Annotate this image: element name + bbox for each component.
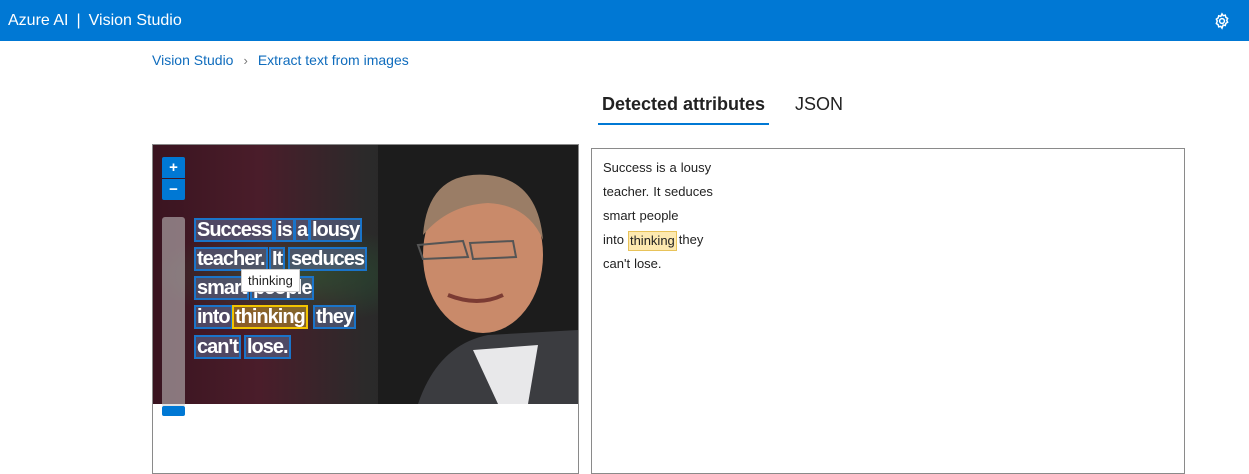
text-word[interactable]: teacher. xyxy=(603,183,649,201)
text-word[interactable]: It xyxy=(653,183,660,201)
text-word[interactable]: a xyxy=(670,159,677,177)
zoom-slider-thumb[interactable] xyxy=(162,406,185,416)
analyzed-image xyxy=(153,145,578,404)
word-box[interactable]: a xyxy=(294,218,311,242)
word-tooltip: thinking xyxy=(241,269,300,292)
text-line: can't lose. xyxy=(603,255,1173,279)
image-viewer[interactable]: + − Success is a lousy teacher. It seduc… xyxy=(152,144,579,474)
text-word[interactable]: lose. xyxy=(634,255,661,273)
text-word[interactable]: is xyxy=(656,159,665,177)
word-box[interactable]: is xyxy=(274,218,295,242)
breadcrumb: Vision Studio › Extract text from images xyxy=(152,52,409,68)
word-box[interactable]: lousy xyxy=(309,218,363,242)
word-box-highlighted[interactable]: thinking xyxy=(232,305,308,329)
brand-name: Azure AI xyxy=(8,11,69,29)
text-word[interactable]: lousy xyxy=(681,159,711,177)
result-tabs: Detected attributes JSON xyxy=(598,94,869,125)
text-word[interactable]: into xyxy=(603,231,624,249)
tab-detected-attributes[interactable]: Detected attributes xyxy=(598,94,770,125)
product-name: Vision Studio xyxy=(88,11,182,29)
zoom-out-button[interactable]: − xyxy=(162,179,185,200)
breadcrumb-current-link[interactable]: Extract text from images xyxy=(258,52,409,68)
zoom-in-button[interactable]: + xyxy=(162,157,185,178)
text-word[interactable]: people xyxy=(640,207,679,225)
word-box[interactable]: they xyxy=(313,305,357,329)
word-box[interactable]: It xyxy=(269,247,286,271)
chevron-right-icon: › xyxy=(243,52,248,68)
text-line: into thinking they xyxy=(603,231,1173,255)
breadcrumb-home-link[interactable]: Vision Studio xyxy=(152,52,233,68)
text-word-highlighted[interactable]: thinking xyxy=(627,231,677,251)
word-box[interactable]: can't xyxy=(194,335,241,359)
word-box[interactable]: Success xyxy=(194,218,275,242)
word-box[interactable]: into xyxy=(194,305,233,329)
gear-icon[interactable] xyxy=(1211,10,1233,32)
top-bar: Azure AI | Vision Studio xyxy=(0,0,1249,41)
word-box[interactable]: seduces xyxy=(288,247,368,271)
detected-text-panel: Success is a lousy teacher. It seduces s… xyxy=(591,148,1185,474)
text-word[interactable]: seduces xyxy=(665,183,713,201)
brand[interactable]: Azure AI | Vision Studio xyxy=(8,12,182,30)
text-word[interactable]: they xyxy=(679,231,704,249)
word-box[interactable]: teacher. xyxy=(194,247,268,271)
brand-separator: | xyxy=(76,11,81,29)
tab-json[interactable]: JSON xyxy=(791,94,847,125)
zoom-slider-track[interactable] xyxy=(162,217,185,407)
word-box[interactable]: lose. xyxy=(244,335,291,359)
text-word[interactable]: can't xyxy=(603,255,630,273)
person-photo xyxy=(378,145,578,404)
text-line: Success is a lousy xyxy=(603,159,1173,183)
text-line: teacher. It seduces xyxy=(603,183,1173,207)
text-word[interactable]: smart xyxy=(603,207,636,225)
text-line: smart people xyxy=(603,207,1173,231)
text-word[interactable]: Success xyxy=(603,159,652,177)
